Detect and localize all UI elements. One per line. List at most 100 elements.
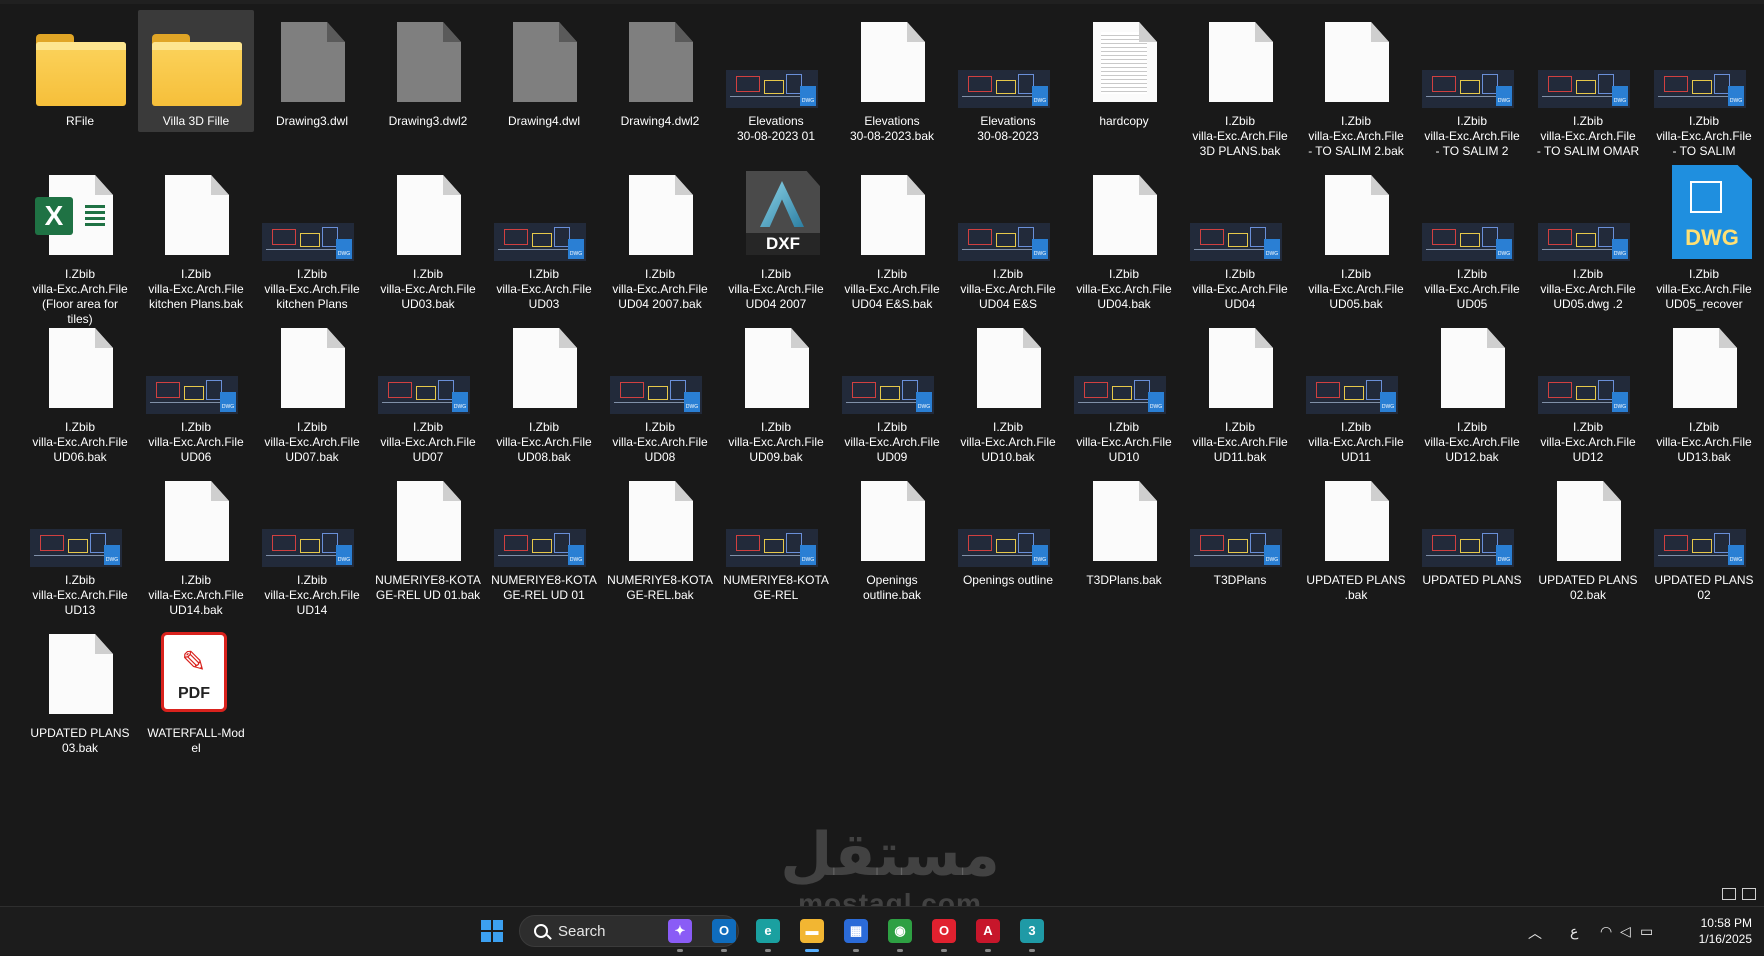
file-item[interactable]: I.Zbib villa-Exc.Arch.File UD06.bak (22, 316, 138, 469)
autocad-icon[interactable]: A (974, 917, 1002, 952)
cad-badge-text: DWG (452, 392, 468, 412)
file-item[interactable]: UPDATED PLANS 03.bak (22, 622, 138, 775)
dwg-preview-icon: DWG (1654, 16, 1754, 116)
file-item[interactable]: DWG I.Zbib villa-Exc.Arch.File UD05_recov… (1646, 163, 1762, 316)
details-view-icon[interactable] (1722, 888, 1736, 900)
file-grid: RFile Villa 3D Fille Drawing3.dwl Drawing3.… (22, 10, 1762, 775)
file-item[interactable]: ✎ PDF WATERFALL-Mod el (138, 622, 254, 775)
file-name: Villa 3D Fille (162, 114, 230, 128)
file-item[interactable]: DWG I.Zbib villa-Exc.Arch.File UD08 (602, 316, 718, 469)
battery-icon[interactable]: ▭ (1640, 923, 1653, 940)
file-item[interactable]: Drawing4.dwl2 (602, 10, 718, 163)
file-item[interactable]: I.Zbib villa-Exc.Arch.File UD07.bak (254, 316, 370, 469)
chrome-icon[interactable]: ◉ (886, 917, 914, 952)
file-item[interactable]: DWG Elevations 30-08-2023 (950, 10, 1066, 163)
file-item[interactable]: DWG I.Zbib villa-Exc.Arch.File UD14 (254, 469, 370, 622)
taskbar-search-box[interactable]: Search (519, 915, 739, 947)
file-item[interactable]: DWG I.Zbib villa-Exc.Arch.File UD04 (1182, 163, 1298, 316)
cad-badge-text: DWG (336, 239, 352, 259)
file-item[interactable]: Villa 3D Fille (138, 10, 254, 132)
file-item[interactable]: UPDATED PLANS 02.bak (1530, 469, 1646, 622)
taskbar-app-glyph: 3 (1020, 919, 1044, 943)
file-item[interactable]: DWG I.Zbib villa-Exc.Arch.File UD10 (1066, 316, 1182, 469)
language-indicator[interactable]: ع (1570, 923, 1578, 940)
large-icons-view-icon[interactable] (1742, 888, 1756, 900)
file-item[interactable]: DWG I.Zbib villa-Exc.Arch.File UD05.dwg .… (1530, 163, 1646, 316)
file-name: Elevations 30-08-2023 (977, 114, 1039, 143)
file-item[interactable]: DWG I.Zbib villa-Exc.Arch.File kitchen Pl… (254, 163, 370, 316)
blank-file-icon (262, 322, 362, 422)
file-item[interactable]: I.Zbib villa-Exc.Arch.File UD03.bak (370, 163, 486, 316)
edge-icon[interactable]: e (754, 917, 782, 952)
file-item[interactable]: NUMERIYE8-KOTA GE-REL.bak (602, 469, 718, 622)
dwg-preview-icon: DWG (958, 169, 1058, 269)
file-item[interactable]: NUMERIYE8-KOTA GE-REL UD 01.bak (370, 469, 486, 622)
cad-badge-text: DWG (568, 545, 584, 565)
windows-start-icon[interactable] (481, 920, 503, 942)
chevron-up-icon[interactable]: ︿ (1528, 923, 1542, 943)
file-item[interactable]: T3DPlans.bak (1066, 469, 1182, 622)
file-item[interactable]: DWG I.Zbib villa-Exc.Arch.File - TO SALIM… (1414, 10, 1530, 163)
file-item[interactable]: I.Zbib villa-Exc.Arch.File - TO SALIM 2.… (1298, 10, 1414, 163)
file-item[interactable]: DWG I.Zbib villa-Exc.Arch.File UD12 (1530, 316, 1646, 469)
file-item[interactable]: DWG NUMERIYE8-KOTA GE-REL (718, 469, 834, 622)
wifi-icon[interactable]: ◠ (1600, 923, 1612, 940)
blank-file-icon (726, 322, 826, 422)
outlook-icon[interactable]: O (710, 917, 738, 952)
file-item[interactable]: I.Zbib villa-Exc.Arch.File UD04 2007.bak (602, 163, 718, 316)
file-item[interactable]: I.Zbib villa-Exc.Arch.File UD08.bak (486, 316, 602, 469)
file-item[interactable]: DXF I.Zbib villa-Exc.Arch.File UD04 2007 (718, 163, 834, 316)
file-item[interactable]: DWG I.Zbib villa-Exc.Arch.File UD05 (1414, 163, 1530, 316)
folder-icon (146, 16, 246, 116)
file-item[interactable]: I.Zbib villa-Exc.Arch.File UD04 E&S.bak (834, 163, 950, 316)
file-item[interactable]: I.Zbib villa-Exc.Arch.File 3D PLANS.bak (1182, 10, 1298, 163)
file-item[interactable]: I.Zbib villa-Exc.Arch.File UD10.bak (950, 316, 1066, 469)
file-item[interactable]: Drawing3.dwl (254, 10, 370, 163)
file-item[interactable]: I.Zbib villa-Exc.Arch.File UD04.bak (1066, 163, 1182, 316)
copilot-icon[interactable]: ✦ (666, 917, 694, 952)
file-explorer-icon[interactable]: ▬ (798, 917, 826, 952)
file-item[interactable]: I.Zbib villa-Exc.Arch.File UD09.bak (718, 316, 834, 469)
file-item[interactable]: DWG I.Zbib villa-Exc.Arch.File UD06 (138, 316, 254, 469)
blank-file-icon (1306, 16, 1406, 116)
microsoft-store-icon[interactable]: ▦ (842, 917, 870, 952)
file-item[interactable]: DWG I.Zbib villa-Exc.Arch.File UD04 E&S (950, 163, 1066, 316)
file-item[interactable]: DWG I.Zbib villa-Exc.Arch.File - TO SALIM (1646, 10, 1762, 163)
file-item[interactable]: I.Zbib villa-Exc.Arch.File UD12.bak (1414, 316, 1530, 469)
file-item[interactable]: DWG I.Zbib villa-Exc.Arch.File UD11 (1298, 316, 1414, 469)
file-item[interactable]: DWG I.Zbib villa-Exc.Arch.File UD13 (22, 469, 138, 622)
file-item[interactable]: DWG I.Zbib villa-Exc.Arch.File UD03 (486, 163, 602, 316)
3ds-max-icon[interactable]: 3 (1018, 917, 1046, 952)
file-item[interactable]: DWG Openings outline (950, 469, 1066, 622)
file-item[interactable]: Drawing3.dwl2 (370, 10, 486, 163)
opera-icon[interactable]: O (930, 917, 958, 952)
file-item[interactable]: DWG T3DPlans (1182, 469, 1298, 622)
volume-icon[interactable]: ◁ (1620, 923, 1631, 940)
file-item[interactable]: Drawing4.dwl (486, 10, 602, 163)
file-item[interactable]: Elevations 30-08-2023.bak (834, 10, 950, 163)
file-name: Drawing3.dwl (275, 114, 349, 128)
file-item[interactable]: I.Zbib villa-Exc.Arch.File UD13.bak (1646, 316, 1762, 469)
file-item[interactable]: DWG I.Zbib villa-Exc.Arch.File - TO SALIM… (1530, 10, 1646, 163)
file-item[interactable]: DWG UPDATED PLANS (1414, 469, 1530, 622)
file-item[interactable]: I.Zbib villa-Exc.Arch.File UD14.bak (138, 469, 254, 622)
file-item[interactable]: I.Zbib villa-Exc.Arch.File kitchen Plans… (138, 163, 254, 316)
file-item[interactable]: Openings outline.bak (834, 469, 950, 622)
file-item[interactable]: DWG UPDATED PLANS 02 (1646, 469, 1762, 622)
clock-time: 10:58 PM (1700, 916, 1752, 930)
file-item[interactable]: RFile (22, 10, 138, 163)
blank-file-icon (1074, 475, 1174, 575)
file-item[interactable]: UPDATED PLANS .bak (1298, 469, 1414, 622)
file-item[interactable]: DWG I.Zbib villa-Exc.Arch.File UD07 (370, 316, 486, 469)
cad-badge-text: DWG (1612, 86, 1628, 106)
file-item[interactable]: DWG I.Zbib villa-Exc.Arch.File UD09 (834, 316, 950, 469)
file-item[interactable]: DWG Elevations 30-08-2023 01 (718, 10, 834, 163)
file-item[interactable]: I.Zbib villa-Exc.Arch.File UD05.bak (1298, 163, 1414, 316)
gray-file-icon (494, 16, 594, 116)
file-item[interactable]: DWG NUMERIYE8-KOTA GE-REL UD 01 (486, 469, 602, 622)
file-item[interactable]: I.Zbib villa-Exc.Arch.File UD11.bak (1182, 316, 1298, 469)
dwg-preview-icon: DWG (494, 169, 594, 269)
file-item[interactable]: hardcopy (1066, 10, 1182, 163)
file-item[interactable]: X I.Zbib villa-Exc.Arch.File (Floor area … (22, 163, 138, 326)
clock[interactable]: 10:58 PM 1/16/2025 (1699, 915, 1752, 947)
